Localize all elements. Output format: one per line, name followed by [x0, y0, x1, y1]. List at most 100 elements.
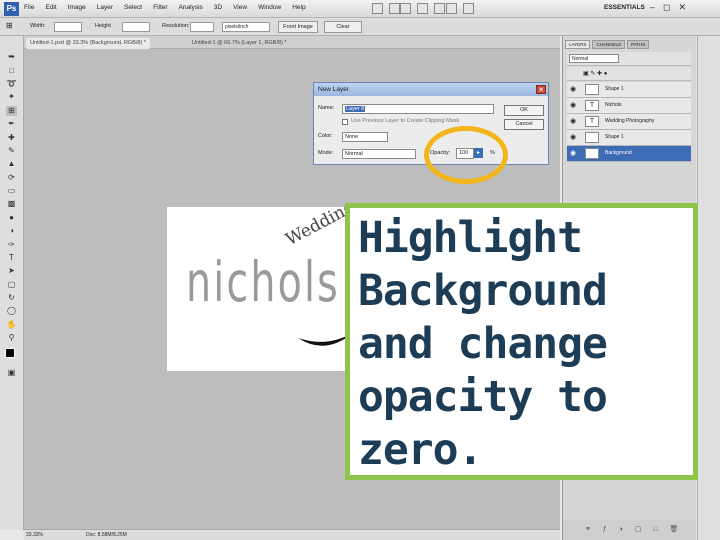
name-label: Name: [318, 105, 335, 111]
right-scrollbar[interactable] [697, 36, 720, 540]
clear-button[interactable]: Clear [324, 21, 362, 33]
visibility-eye-icon[interactable]: ◉ [570, 86, 578, 93]
visibility-eye-icon[interactable]: ◉ [570, 150, 578, 157]
menu-item-edit[interactable]: Edit [45, 4, 56, 11]
zoom-tool-icon[interactable]: ⚲ [6, 333, 17, 343]
tab-untitled-psd[interactable]: Untitled-1.psd @ 33.3% (Background, RGB/… [26, 38, 150, 49]
highlight-circle [424, 126, 508, 184]
brush-tool-icon[interactable]: ✎ [6, 146, 17, 156]
lock-icon[interactable]: ▣ ✎ ✚ ● [583, 70, 607, 77]
mode-select[interactable]: Normal [342, 149, 416, 159]
menu-item-select[interactable]: Select [124, 4, 142, 11]
crop-tool-icon[interactable]: ⊞ [6, 21, 13, 30]
tab-channels[interactable]: CHANNELS [592, 40, 625, 49]
cancel-button[interactable]: Cancel [504, 119, 544, 130]
window-controls: – ◻ ✕ [650, 2, 686, 13]
width-input[interactable] [54, 22, 82, 32]
maximize-icon[interactable]: ◻ [663, 2, 670, 13]
ok-button[interactable]: OK [504, 105, 544, 116]
blur-tool-icon[interactable]: ● [6, 213, 17, 223]
eraser-tool-icon[interactable]: ▭ [6, 186, 17, 196]
eyedropper-tool-icon[interactable]: ✒ [6, 119, 17, 129]
lasso-tool-icon[interactable]: ➰ [6, 79, 17, 89]
layer-actions-icon[interactable]: ⚭ ƒ ◑ ▢ □ 🗑 [585, 525, 683, 533]
minimize-icon[interactable]: – [650, 2, 655, 13]
resolution-input[interactable] [190, 22, 214, 32]
layer-row[interactable]: ◉ T Nichols [567, 98, 691, 114]
menu-item-image[interactable]: Image [68, 4, 86, 11]
clipping-mask-checkbox[interactable] [342, 119, 348, 125]
layer-thumbnail [585, 148, 599, 159]
healing-tool-icon[interactable]: ✚ [6, 133, 17, 143]
status-bar: 33.33% Doc: 8.58M/8.25M [24, 529, 560, 540]
doc-size-readout: Doc: 8.58M/8.25M [86, 532, 127, 538]
quick-select-tool-icon[interactable]: ✦ [6, 92, 17, 102]
shape-tool-icon[interactable]: ▢ [6, 280, 17, 290]
menu-item-window[interactable]: Window [258, 4, 281, 11]
layer-row[interactable]: ◉ Background [567, 146, 691, 162]
workspace-switcher[interactable]: ESSENTIALS [604, 4, 645, 11]
zoom-readout[interactable]: 33.33% [26, 530, 43, 540]
bridge-icon[interactable] [372, 3, 383, 14]
width-label: Width: [30, 23, 46, 29]
visibility-eye-icon[interactable]: ◉ [570, 102, 578, 109]
3d-orbit-icon[interactable]: ◯ [6, 306, 17, 316]
menu-item-help[interactable]: Help [292, 4, 305, 11]
path-select-icon[interactable]: ➤ [6, 266, 17, 276]
height-input[interactable] [122, 22, 150, 32]
hand-tool-icon[interactable]: ✋ [6, 320, 17, 330]
screen-mode-icon[interactable] [463, 3, 474, 14]
layer-name: Shape 1 [605, 134, 624, 140]
arrange-documents-icon[interactable] [446, 3, 457, 14]
history-brush-icon[interactable]: ⟳ [6, 173, 17, 183]
stamp-tool-icon[interactable]: ▲ [6, 159, 17, 169]
menu-item-view[interactable]: View [233, 4, 247, 11]
pen-tool-icon[interactable]: ✑ [6, 240, 17, 250]
close-icon[interactable]: ✕ [679, 2, 687, 13]
marquee-tool-icon[interactable]: □ [6, 66, 17, 76]
visibility-eye-icon[interactable]: ◉ [570, 118, 578, 125]
menu-item-layer[interactable]: Layer [97, 4, 113, 11]
blend-mode-select[interactable]: Normal [569, 54, 619, 63]
annotation-line: opacity to [358, 372, 608, 422]
layer-row[interactable]: ◉ Shape 1 [567, 82, 691, 98]
resolution-unit-select[interactable]: pixels/inch [222, 22, 270, 32]
menu-item-3d[interactable]: 3D [214, 4, 222, 11]
layer-row[interactable]: ◉ Shape 1 [567, 130, 691, 146]
type-tool-icon[interactable]: T [6, 253, 17, 263]
layer-name: Wedding Photography [605, 118, 655, 124]
crop-tool-icon[interactable]: ⊞ [6, 106, 17, 116]
mode-label: Mode: [318, 150, 334, 156]
tab-paths[interactable]: PATHS [626, 40, 650, 49]
tab-layers[interactable]: LAYERS [565, 40, 591, 49]
layer-thumbnail: T [585, 116, 599, 127]
menu-item-file[interactable]: File [24, 4, 34, 11]
quick-mask-icon[interactable]: ▣ [6, 368, 17, 378]
visibility-eye-icon[interactable]: ◉ [570, 134, 578, 141]
zoom-icon[interactable] [417, 3, 428, 14]
hand-icon[interactable] [400, 3, 411, 14]
layer-name-input[interactable]: Layer 6 [342, 104, 494, 114]
menu-item-analysis[interactable]: Analysis [179, 4, 203, 11]
gradient-tool-icon[interactable]: ▩ [6, 199, 17, 209]
annotation-line: zero. [358, 425, 483, 475]
3d-rotate-icon[interactable]: ↻ [6, 293, 17, 303]
layer-thumbnail: T [585, 100, 599, 111]
tab-untitled-layer[interactable]: Untitled-1 @ 66.7% (Layer 1, RGB/8) * [188, 38, 291, 49]
dialog-close-icon[interactable]: ✕ [536, 85, 546, 94]
blend-mode-row: Normal [567, 52, 691, 66]
color-select[interactable]: None [342, 132, 388, 142]
tool-icons-group [400, 3, 445, 14]
dodge-tool-icon[interactable]: ◑ [6, 226, 17, 236]
layer-row[interactable]: ◉ T Wedding Photography [567, 114, 691, 130]
layer-name: Shape 1 [605, 86, 624, 92]
layer-thumbnail [585, 132, 599, 143]
panel-bottom-bar: ⚭ ƒ ◑ ▢ □ 🗑 [562, 520, 696, 540]
front-image-button[interactable]: Front Image [278, 21, 318, 33]
move-tool-icon[interactable]: ➥ [6, 52, 17, 62]
menu-item-filter[interactable]: Filter [153, 4, 167, 11]
rotate-icon[interactable] [434, 3, 445, 14]
foreground-color-swatch[interactable] [5, 348, 15, 358]
annotation-line: Background [358, 266, 608, 316]
mini-bridge-icon[interactable] [389, 3, 400, 14]
